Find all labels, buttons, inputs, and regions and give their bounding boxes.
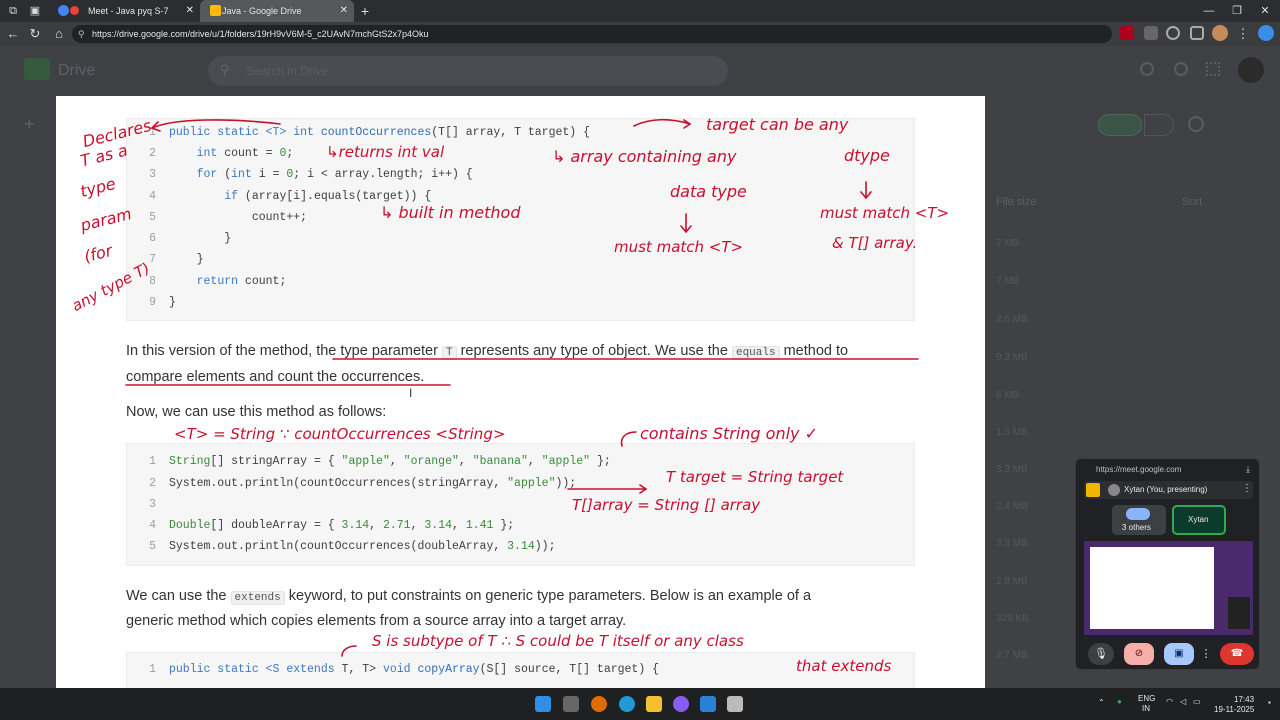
present-button[interactable]: ▣ — [1164, 643, 1194, 665]
app-icon[interactable] — [673, 696, 689, 712]
annotation-arrow — [341, 645, 357, 657]
notifications-icon[interactable]: ▪ — [1268, 698, 1271, 707]
others-tile[interactable]: 3 others — [1112, 505, 1166, 535]
task-view-icon[interactable] — [563, 696, 579, 712]
language-code[interactable]: ENG — [1138, 694, 1155, 703]
preview-document — [1090, 547, 1214, 629]
annotation-note: must match <T> — [820, 204, 950, 222]
wifi-icon[interactable]: ◠ — [1166, 697, 1173, 706]
leave-call-button[interactable]: ☎ — [1220, 643, 1254, 665]
screen-share-preview — [1084, 541, 1253, 635]
language-region: IN — [1142, 704, 1150, 713]
annotation-note: ↳ built in method — [380, 203, 521, 222]
annotation-arrow — [680, 213, 692, 234]
volume-icon[interactable]: ◁ — [1180, 697, 1186, 706]
battery-icon[interactable]: ▭ — [1193, 697, 1201, 706]
others-avatars — [1126, 508, 1150, 520]
vscode-icon[interactable] — [700, 696, 716, 712]
meet-pip-window[interactable]: https://meet.google.com ⤓ Xytan (You, pr… — [1075, 458, 1260, 670]
presenter-avatar — [1108, 484, 1120, 496]
mic-in-use-icon[interactable]: ● — [1117, 697, 1122, 706]
start-icon[interactable] — [535, 696, 551, 712]
edge-icon[interactable] — [619, 696, 635, 712]
mic-button[interactable]: 🎙 — [1088, 643, 1114, 665]
windows-taskbar: ⌃ ● ENG IN ◠ ◁ ▭ 17:43 19-11-2025 ▪ — [0, 688, 1280, 720]
app-icon[interactable] — [727, 696, 743, 712]
annotation-note: dtype — [844, 146, 890, 165]
search-app-icon[interactable] — [591, 696, 607, 712]
text-cursor-icon: I — [409, 386, 413, 400]
pip-close-icon[interactable]: ⤓ — [1246, 464, 1250, 475]
self-tile-name: Xytan — [1188, 515, 1209, 524]
annotation-note: S is subtype of T ∴ S could be T itself … — [372, 632, 744, 650]
annotation-arrowhead — [683, 119, 692, 129]
more-options-icon[interactable]: ⋮ — [1242, 483, 1252, 494]
annotation-arrow — [620, 431, 637, 447]
annotation-note: ↳returns int val — [326, 143, 445, 161]
annotation-note: data type — [670, 182, 747, 201]
clock-time[interactable]: 17:43 — [1234, 695, 1254, 704]
annotation-note: that extends — [796, 657, 892, 675]
others-count: 3 others — [1122, 523, 1151, 532]
camera-off-button[interactable]: ⊘ — [1124, 643, 1154, 665]
preview-meet-window — [1228, 597, 1250, 629]
annotation-arrow — [633, 118, 691, 127]
tray-chevron-icon[interactable]: ⌃ — [1098, 698, 1105, 707]
annotation-note: & T[] array. — [832, 234, 918, 252]
presenter-label: Xytan (You, presenting) — [1124, 485, 1208, 494]
more-controls-icon[interactable]: ⋮ — [1200, 643, 1212, 665]
clock-date[interactable]: 19-11-2025 — [1214, 705, 1254, 714]
annotation-note: ↳ array containing any — [552, 147, 737, 166]
annotation-note: <T> = String ∵ countOccurrences <String> — [174, 425, 506, 443]
annotation-arrow — [567, 484, 648, 494]
annotation-note: T[]array = String [] array — [572, 496, 761, 514]
self-tile[interactable]: Xytan — [1172, 505, 1226, 535]
annotation-arrow — [151, 119, 281, 129]
annotation-note: target can be any — [706, 115, 849, 134]
meet-url: https://meet.google.com — [1096, 465, 1182, 474]
annotation-note: T target = String target — [666, 468, 844, 486]
annotation-note: contains String only ✓ — [640, 424, 818, 443]
presenting-bar: Xytan (You, presenting) ⋮ — [1084, 481, 1253, 499]
annotation-note: must match <T> — [614, 238, 744, 256]
presentation-icon — [1086, 483, 1100, 497]
annotation-arrow — [860, 181, 872, 200]
file-explorer-icon[interactable] — [646, 696, 662, 712]
